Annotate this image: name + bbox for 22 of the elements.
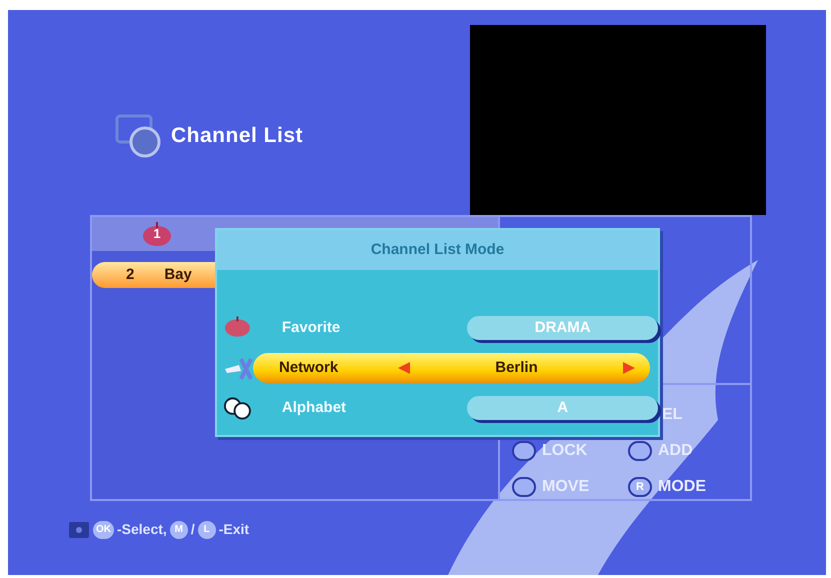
apple-icon <box>142 222 172 246</box>
option-label: Alphabet <box>280 398 348 418</box>
screen-title: Channel List <box>171 123 304 150</box>
option-label: Network <box>278 358 340 378</box>
left-arrow-icon <box>397 361 411 375</box>
legend-label: LOCK <box>542 441 588 461</box>
option-value[interactable]: A <box>467 396 658 420</box>
legend-label: MODE <box>658 477 706 497</box>
legend-label: MOVE <box>542 477 590 497</box>
dialog-title: Channel List Mode <box>217 230 658 270</box>
option-row[interactable]: Network Berlin <box>253 353 650 383</box>
right-arrow-icon <box>622 361 636 375</box>
legend-label: ADD <box>658 441 693 461</box>
hint-text: / <box>190 520 195 539</box>
hint-text: -Select, <box>117 520 167 539</box>
help-icon <box>68 520 90 538</box>
legend-label: EL <box>662 405 682 425</box>
option-value: Berlin <box>494 358 539 378</box>
hint-text: -Exit <box>218 520 250 539</box>
option-value[interactable]: DRAMA <box>467 316 658 340</box>
favorite-number: 1 <box>153 227 161 241</box>
option-label: Favorite <box>280 318 342 338</box>
